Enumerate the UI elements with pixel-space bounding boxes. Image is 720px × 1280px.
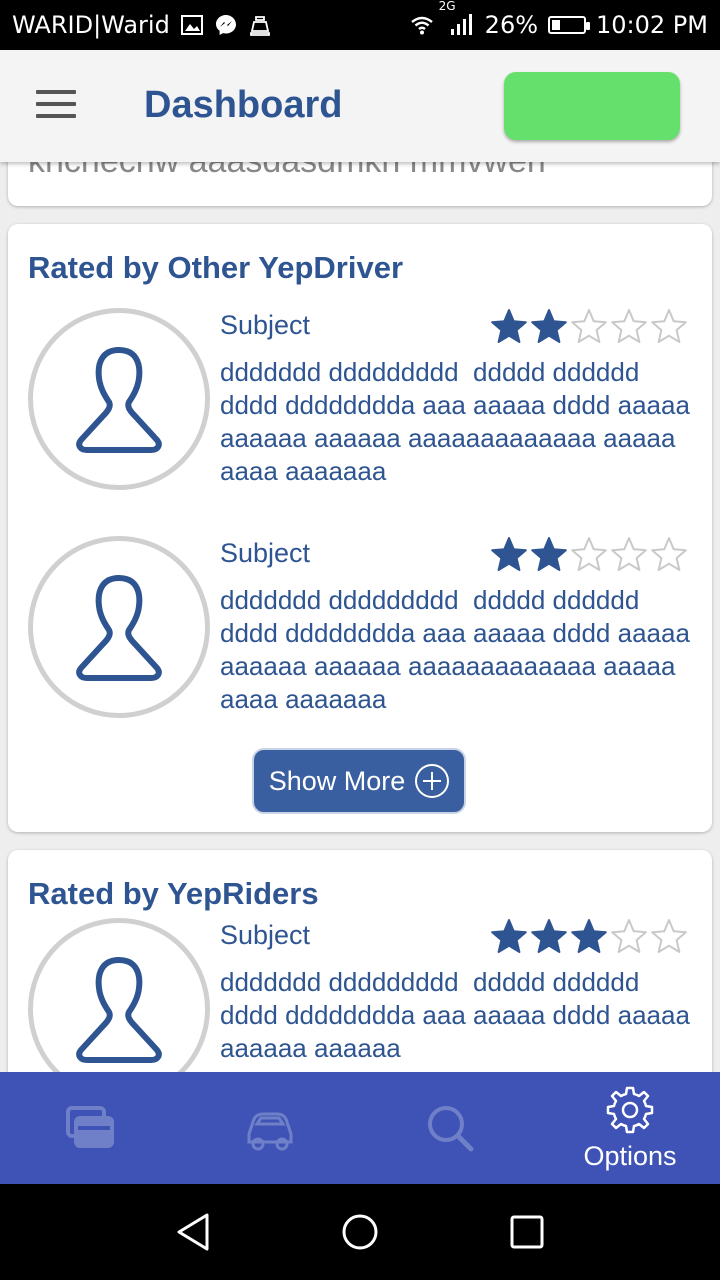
star-empty-icon bbox=[571, 537, 607, 571]
green-action-button[interactable] bbox=[504, 72, 680, 140]
avatar bbox=[28, 918, 210, 1072]
user-placeholder-icon bbox=[76, 575, 162, 681]
show-more-button[interactable]: Show More bbox=[252, 748, 466, 814]
search-icon bbox=[428, 1106, 474, 1152]
signal-icon bbox=[450, 14, 472, 35]
star-filled-icon bbox=[571, 919, 607, 953]
review-subject: Subject bbox=[220, 538, 311, 568]
tab-cards[interactable] bbox=[0, 1072, 180, 1184]
clock: 10:02 PM bbox=[596, 11, 708, 39]
review-item: Subject ddddddd ddddddddd ddddd dddddd d… bbox=[8, 918, 712, 1072]
hamburger-icon[interactable] bbox=[36, 90, 76, 120]
battery-percent: 26% bbox=[484, 11, 539, 39]
battery-icon bbox=[548, 16, 591, 34]
review-text: ddddddd ddddddddd ddddd dddddd dddd dddd… bbox=[220, 357, 698, 486]
dashboard-content[interactable]: knchechw aaasdasdmkn mmvwen Rated by Oth… bbox=[0, 162, 720, 1072]
cards-icon bbox=[66, 1106, 114, 1148]
star-rating bbox=[490, 918, 688, 956]
status-bar: WARID|Warid 2G 26% 10:02 PM bbox=[0, 0, 720, 50]
section-title: Rated by Other YepDriver bbox=[28, 250, 404, 285]
star-empty-icon bbox=[651, 919, 687, 953]
review-subject: Subject bbox=[220, 920, 311, 950]
star-filled-icon bbox=[491, 919, 527, 953]
bottom-tab-bar: Options bbox=[0, 1072, 720, 1184]
gear-icon bbox=[606, 1086, 654, 1133]
star-empty-icon bbox=[571, 309, 607, 343]
review-item: Subject ddddddd ddddddddd ddddd dddddd d… bbox=[8, 308, 712, 508]
star-empty-icon bbox=[651, 309, 687, 343]
review-item: Subject ddddddd ddddddddd ddddd dddddd d… bbox=[8, 536, 712, 736]
review-text: ddddddd ddddddddd ddddd dddddd dddd dddd… bbox=[220, 967, 698, 1063]
notification-icon bbox=[249, 16, 270, 36]
partial-card: knchechw aaasdasdmkn mmvwen bbox=[8, 162, 712, 206]
avatar bbox=[28, 536, 210, 718]
tab-options[interactable]: Options bbox=[540, 1072, 720, 1184]
car-icon bbox=[247, 1112, 293, 1151]
show-more-label: Show More bbox=[268, 765, 406, 796]
section-card-other-yepdriver: Rated by Other YepDriver Subject ddddddd… bbox=[8, 224, 712, 832]
tab-car[interactable] bbox=[180, 1072, 360, 1184]
network-type: 2G bbox=[438, 0, 456, 13]
section-card-yepriders: Rated by YepRiders Subject ddddddd ddddd… bbox=[8, 850, 712, 1072]
star-filled-icon bbox=[491, 537, 527, 571]
star-empty-icon bbox=[611, 919, 647, 953]
star-filled-icon bbox=[531, 537, 567, 571]
review-subject: Subject bbox=[220, 310, 311, 340]
star-filled-icon bbox=[491, 309, 527, 343]
star-empty-icon bbox=[651, 537, 687, 571]
review-text: ddddddd ddddddddd ddddd dddddd dddd dddd… bbox=[220, 585, 698, 714]
star-empty-icon bbox=[611, 309, 647, 343]
recents-icon[interactable] bbox=[507, 1212, 547, 1252]
carrier-name: WARID|Warid bbox=[12, 11, 170, 39]
star-empty-icon bbox=[611, 537, 647, 571]
home-icon[interactable] bbox=[340, 1212, 380, 1252]
tab-options-label: Options bbox=[583, 1140, 677, 1171]
star-filled-icon bbox=[531, 919, 567, 953]
tab-search[interactable] bbox=[360, 1072, 540, 1184]
back-icon[interactable] bbox=[173, 1212, 213, 1252]
section-title: Rated by YepRiders bbox=[28, 876, 319, 911]
page-title: Dashboard bbox=[144, 84, 343, 126]
star-filled-icon bbox=[531, 309, 567, 343]
partial-card-text: knchechw aaasdasdmkn mmvwen bbox=[28, 162, 546, 181]
user-placeholder-icon bbox=[76, 957, 162, 1063]
system-nav-bar bbox=[0, 1184, 720, 1280]
star-rating bbox=[490, 308, 688, 346]
user-placeholder-icon bbox=[76, 347, 162, 453]
messenger-icon bbox=[215, 15, 236, 35]
app-bar: Dashboard bbox=[0, 50, 720, 162]
avatar bbox=[28, 308, 210, 490]
wifi-icon bbox=[410, 16, 433, 35]
star-rating bbox=[490, 536, 688, 574]
gallery-icon bbox=[180, 15, 203, 35]
plus-circle-icon bbox=[415, 764, 450, 798]
